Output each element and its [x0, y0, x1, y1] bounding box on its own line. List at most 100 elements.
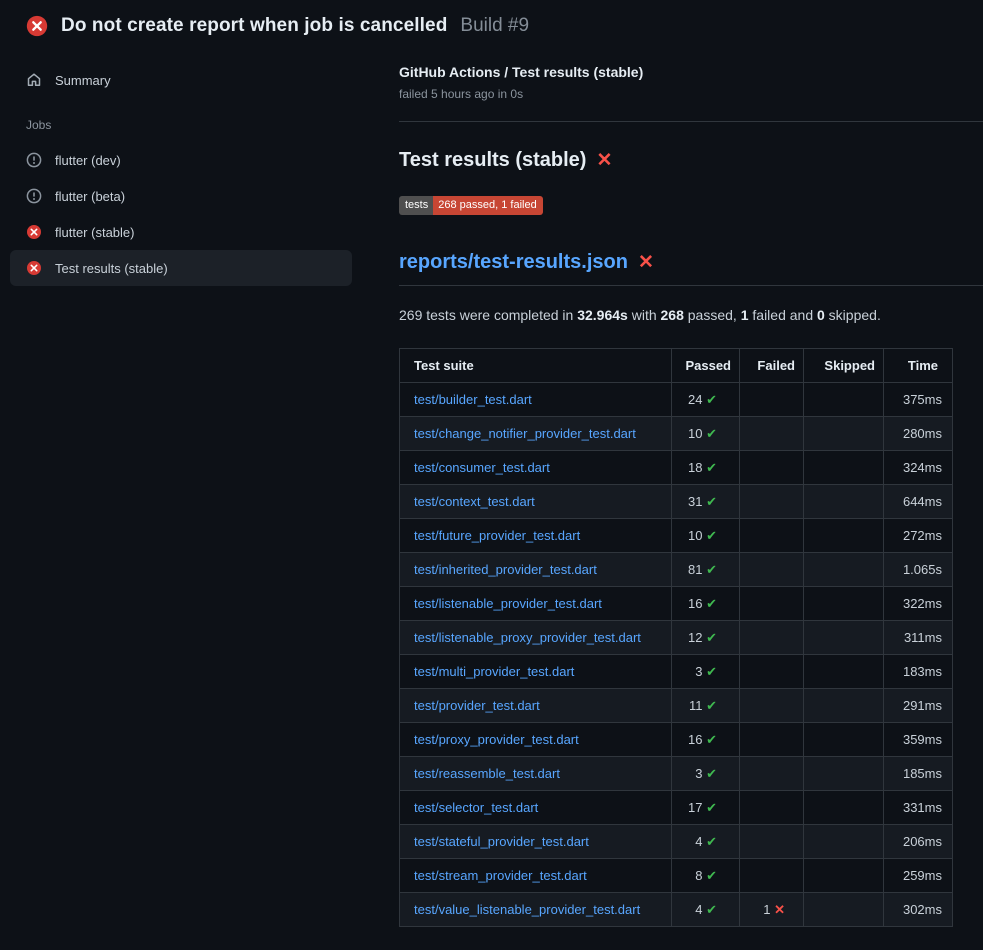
- time-cell: 311ms: [884, 621, 953, 655]
- passed-cell: 4 ✔: [672, 825, 740, 859]
- test-suite-link[interactable]: test/stateful_provider_test.dart: [414, 834, 589, 849]
- check-icon: ✔: [706, 902, 717, 917]
- count-value: 16: [688, 732, 706, 747]
- time-cell: 322ms: [884, 587, 953, 621]
- failed-cell: [740, 689, 804, 723]
- sidebar-job-flutter-stable[interactable]: flutter (stable): [10, 214, 352, 250]
- main-content: GitHub Actions / Test results (stable) f…: [399, 50, 983, 927]
- test-suite-link[interactable]: test/change_notifier_provider_test.dart: [414, 426, 636, 441]
- time-cell: 1.065s: [884, 553, 953, 587]
- table-row: test/change_notifier_provider_test.dart 1…: [400, 417, 953, 451]
- table-row: test/inherited_provider_test.dart81 ✔1.0…: [400, 553, 953, 587]
- test-suite-link[interactable]: test/multi_provider_test.dart: [414, 664, 574, 679]
- cross-icon: ✕: [774, 902, 785, 917]
- time-cell: 280ms: [884, 417, 953, 451]
- divider: [399, 121, 983, 122]
- skipped-cell: [804, 859, 884, 893]
- skipped-cell: [804, 621, 884, 655]
- check-icon: ✔: [706, 834, 717, 849]
- time-cell: 206ms: [884, 825, 953, 859]
- test-suite-link[interactable]: test/value_listenable_provider_test.dart: [414, 902, 640, 917]
- table-row: test/provider_test.dart 11 ✔ 291ms: [400, 689, 953, 723]
- suite-cell: test/inherited_provider_test.dart: [400, 553, 672, 587]
- passed-cell: 18 ✔: [672, 451, 740, 485]
- passed-cell: 4 ✔: [672, 893, 740, 927]
- check-icon: ✔: [706, 800, 717, 815]
- count-value: 16: [688, 596, 706, 611]
- report-file-link[interactable]: reports/test-results.json: [399, 251, 628, 274]
- check-icon: ✔: [706, 596, 717, 611]
- skipped-cell: [804, 689, 884, 723]
- test-suite-link[interactable]: test/future_provider_test.dart: [414, 528, 580, 543]
- build-number: Build #9: [460, 15, 529, 37]
- passed-cell: 11 ✔: [672, 689, 740, 723]
- suite-cell: test/reassemble_test.dart: [400, 757, 672, 791]
- neutral-status-icon: [26, 152, 42, 168]
- sidebar-summary-label: Summary: [55, 73, 111, 88]
- check-icon: ✔: [706, 868, 717, 883]
- neutral-status-icon: [26, 188, 42, 204]
- count-value: 81: [688, 562, 706, 577]
- time-cell: 185ms: [884, 757, 953, 791]
- table-row: test/stream_provider_test.dart8 ✔259ms: [400, 859, 953, 893]
- test-suite-link[interactable]: test/listenable_provider_test.dart: [414, 596, 602, 611]
- count-value: 3: [695, 766, 706, 781]
- test-suite-link[interactable]: test/consumer_test.dart: [414, 460, 550, 475]
- time-cell: 331ms: [884, 791, 953, 825]
- test-suite-link[interactable]: test/stream_provider_test.dart: [414, 868, 587, 883]
- time-cell: 359ms: [884, 723, 953, 757]
- failed-cell: [740, 791, 804, 825]
- sidebar-job-flutter-beta[interactable]: flutter (beta): [10, 178, 352, 214]
- table-row: test/listenable_proxy_provider_test.dart…: [400, 621, 953, 655]
- skipped-cell: [804, 723, 884, 757]
- skipped-cell: [804, 757, 884, 791]
- sidebar-item-summary[interactable]: Summary: [10, 62, 352, 98]
- test-suite-link[interactable]: test/provider_test.dart: [414, 698, 540, 713]
- failed-cell: [740, 859, 804, 893]
- suite-cell: test/consumer_test.dart: [400, 451, 672, 485]
- passed-cell: 10 ✔: [672, 519, 740, 553]
- failed-cell: [740, 417, 804, 451]
- time-cell: 302ms: [884, 893, 953, 927]
- count-value: 4: [695, 902, 706, 917]
- run-title: Do not create report when job is cancell…: [61, 15, 447, 37]
- test-suite-link[interactable]: test/selector_test.dart: [414, 800, 538, 815]
- test-suite-link[interactable]: test/context_test.dart: [414, 494, 535, 509]
- count-value: 10: [688, 426, 706, 441]
- report-heading: reports/test-results.json ✕: [399, 251, 983, 286]
- failed-cell: [740, 519, 804, 553]
- test-suite-link[interactable]: test/inherited_provider_test.dart: [414, 562, 597, 577]
- count-value: 31: [688, 494, 706, 509]
- sidebar-job-test-results-stable[interactable]: Test results (stable): [10, 250, 352, 286]
- table-row: test/future_provider_test.dart10 ✔272ms: [400, 519, 953, 553]
- column-header-time: Time: [884, 349, 953, 383]
- time-cell: 291ms: [884, 689, 953, 723]
- passed-cell: 31 ✔: [672, 485, 740, 519]
- count-value: 11: [689, 698, 706, 713]
- check-icon: ✔: [706, 698, 717, 713]
- passed-cell: 3 ✔: [672, 757, 740, 791]
- check-icon: ✔: [706, 528, 717, 543]
- count-value: 24: [688, 392, 706, 407]
- test-suite-link[interactable]: test/builder_test.dart: [414, 392, 532, 407]
- test-suite-link[interactable]: test/reassemble_test.dart: [414, 766, 560, 781]
- skipped-cell: [804, 587, 884, 621]
- skipped-cell: [804, 893, 884, 927]
- sidebar-job-flutter-dev[interactable]: flutter (dev): [10, 142, 352, 178]
- failed-cell: [740, 485, 804, 519]
- column-header-passed: Passed: [672, 349, 740, 383]
- test-suite-link[interactable]: test/listenable_proxy_provider_test.dart: [414, 630, 641, 645]
- suite-cell: test/selector_test.dart: [400, 791, 672, 825]
- failed-cell: [740, 553, 804, 587]
- passed-cell: 17 ✔: [672, 791, 740, 825]
- check-icon: ✔: [706, 426, 717, 441]
- suite-cell: test/change_notifier_provider_test.dart: [400, 417, 672, 451]
- count-value: 10: [688, 528, 706, 543]
- skipped-cell: [804, 383, 884, 417]
- count-value: 1: [763, 902, 774, 917]
- section-title: Test results (stable): [399, 149, 586, 172]
- test-suite-link[interactable]: test/proxy_provider_test.dart: [414, 732, 579, 747]
- breadcrumb: GitHub Actions / Test results (stable): [399, 64, 983, 80]
- suite-cell: test/listenable_proxy_provider_test.dart: [400, 621, 672, 655]
- check-icon: ✔: [706, 630, 717, 645]
